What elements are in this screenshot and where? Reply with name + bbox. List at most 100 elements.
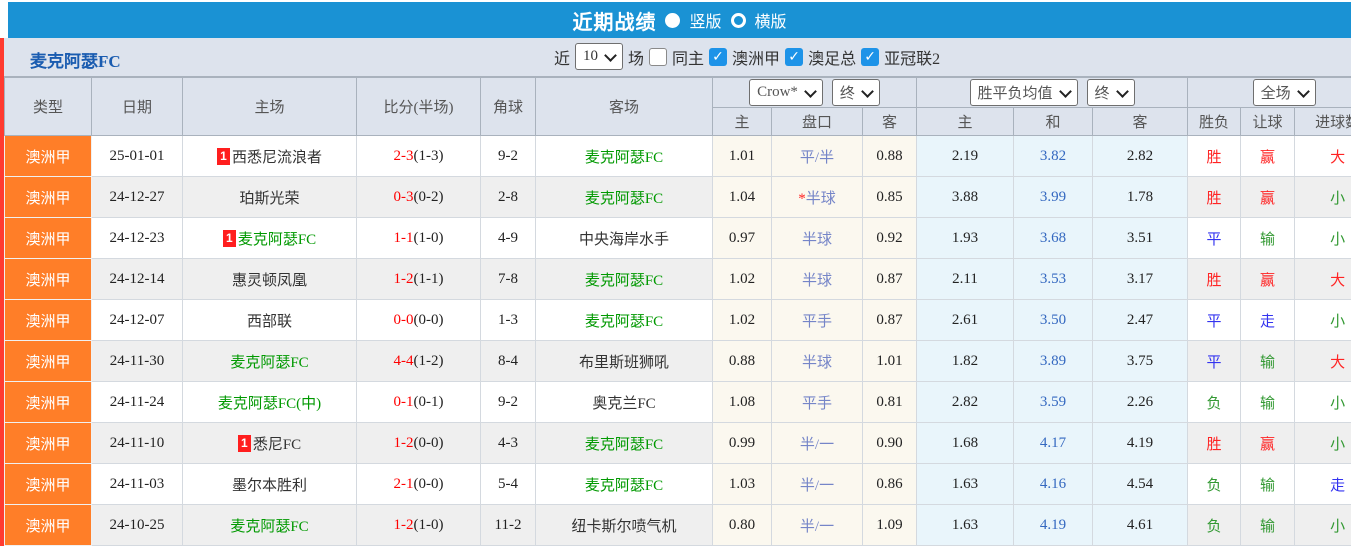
chevron-down-icon: [804, 84, 817, 98]
fulltime-score: 1-2: [393, 434, 414, 451]
wdl-average-select[interactable]: 胜平负均值: [969, 79, 1078, 106]
recent-count-select[interactable]: 10: [575, 43, 624, 70]
handicap-value: 平/半: [799, 149, 835, 166]
away-team-name[interactable]: 中央海岸水手: [579, 232, 669, 248]
away-team-name[interactable]: 布里斯班狮吼: [579, 355, 669, 371]
home-team-cell[interactable]: 麦克阿瑟FC(中): [182, 381, 357, 423]
away-team-cell[interactable]: 奥克兰FC: [535, 381, 713, 423]
table-row: 澳洲甲 24-11-30 麦克阿瑟FC 4-4(1-2) 8-4 布里斯班狮吼 …: [4, 340, 1351, 382]
score-cell: 1-2(1-0): [356, 504, 481, 546]
away-team-name[interactable]: 麦克阿瑟FC: [585, 478, 663, 494]
goals-result-cell: 小: [1294, 299, 1351, 341]
handicap-home-odds-cell: 1.01: [712, 135, 772, 177]
away-team-name[interactable]: 麦克阿瑟FC: [585, 191, 663, 207]
wdl-away-odds-cell: 2.47: [1092, 299, 1189, 341]
away-team-name[interactable]: 麦克阿瑟FC: [585, 314, 663, 330]
handicap-home-odds-cell: 0.97: [712, 217, 772, 259]
home-team-cell[interactable]: 1 悉尼FC: [182, 422, 357, 464]
results-table: 类型 日期 主场 比分(半场) 角球 客场 Crow* 终 胜平负均值 终 全场…: [4, 77, 1351, 546]
wdl-group-header: 胜平负均值 终: [916, 77, 1189, 108]
wdl-home-odds-cell: 3.88: [916, 176, 1015, 218]
home-team-name[interactable]: 珀斯光荣: [239, 191, 299, 207]
goals-result-cell: 大: [1294, 340, 1351, 382]
chevron-down-icon: [1115, 84, 1129, 98]
away-team-cell[interactable]: 布里斯班狮吼: [535, 340, 713, 382]
wdl-draw-odds-cell: 3.59: [1013, 381, 1094, 423]
corner-cell: 8-4: [480, 340, 536, 382]
wdl-away-odds-cell: 3.17: [1092, 258, 1189, 300]
handicap-result-cell: 走: [1240, 299, 1296, 341]
corner-cell: 11-2: [480, 504, 536, 546]
acl-checkbox[interactable]: ✓: [861, 47, 880, 66]
away-team-name[interactable]: 麦克阿瑟FC: [585, 150, 663, 166]
home-team-cell[interactable]: 墨尔本胜利: [182, 463, 357, 505]
away-team-cell[interactable]: 麦克阿瑟FC: [535, 463, 713, 505]
home-team-name[interactable]: 麦克阿瑟FC: [238, 232, 316, 248]
date-cell: 24-11-03: [91, 463, 183, 505]
home-team-cell[interactable]: 惠灵顿凤凰: [182, 258, 357, 300]
away-team-cell[interactable]: 中央海岸水手: [535, 217, 713, 259]
acl-label: 亚冠联2: [884, 50, 941, 68]
away-team-name[interactable]: 纽卡斯尔喷气机: [571, 519, 676, 535]
home-team-name[interactable]: 西悉尼流浪者: [232, 150, 322, 166]
home-team-name[interactable]: 西部联: [247, 314, 292, 330]
date-cell: 24-11-30: [91, 340, 183, 382]
league-a-checkbox[interactable]: ✓: [709, 47, 728, 66]
odds-company-select[interactable]: Crow*: [749, 79, 823, 106]
home-team-name[interactable]: 麦克阿瑟FC(中): [218, 396, 321, 412]
odds-company-time-select[interactable]: 终: [831, 79, 880, 106]
home-team-cell[interactable]: 1 西悉尼流浪者: [182, 135, 357, 177]
away-team-name[interactable]: 麦克阿瑟FC: [585, 437, 663, 453]
home-team-name[interactable]: 麦克阿瑟FC: [230, 355, 308, 371]
handicap-value: 半球: [801, 272, 832, 289]
match-scope-select[interactable]: 全场: [1252, 79, 1316, 106]
cup-checkbox[interactable]: ✓: [785, 47, 804, 66]
handicap-home-odds-cell: 0.88: [712, 340, 772, 382]
league-type-cell: 澳洲甲: [4, 176, 92, 218]
date-cell: 24-12-27: [91, 176, 183, 218]
home-team-name[interactable]: 墨尔本胜利: [232, 478, 307, 494]
handicap-home-odds-cell: 0.99: [712, 422, 772, 464]
home-team-cell[interactable]: 西部联: [182, 299, 357, 341]
fulltime-score: 0-3: [393, 188, 414, 205]
away-team-cell[interactable]: 麦克阿瑟FC: [535, 258, 713, 300]
away-team-name[interactable]: 麦克阿瑟FC: [585, 273, 663, 289]
wdl-away-odds-cell: 2.26: [1092, 381, 1189, 423]
same-home-checkbox[interactable]: [649, 47, 668, 66]
home-team-cell[interactable]: 麦克阿瑟FC: [182, 504, 357, 546]
home-team-cell[interactable]: 1 麦克阿瑟FC: [182, 217, 357, 259]
handicap-result-cell: 赢: [1240, 135, 1296, 177]
home-team-name[interactable]: 麦克阿瑟FC: [230, 519, 308, 535]
home-team-name[interactable]: 惠灵顿凤凰: [232, 273, 307, 289]
vertical-layout-radio[interactable]: [665, 12, 681, 28]
away-team-cell[interactable]: 麦克阿瑟FC: [535, 176, 713, 218]
wdl-time-select[interactable]: 终: [1086, 79, 1135, 106]
handicap-away-odds-cell: 0.81: [861, 381, 918, 423]
team-name-link[interactable]: 麦克阿瑟FC: [30, 47, 121, 72]
away-team-cell[interactable]: 纽卡斯尔喷气机: [535, 504, 713, 546]
league-type-cell: 澳洲甲: [4, 422, 92, 464]
wdl-draw-odds-cell: 3.89: [1013, 340, 1094, 382]
away-team-cell[interactable]: 麦克阿瑟FC: [535, 299, 713, 341]
away-team-cell[interactable]: 麦克阿瑟FC: [535, 135, 713, 177]
horizontal-layout-radio[interactable]: [730, 12, 746, 28]
home-team-cell[interactable]: 珀斯光荣: [182, 176, 357, 218]
handicap-away-odds-cell: 0.92: [861, 217, 918, 259]
date-cell: 24-10-25: [91, 504, 183, 546]
home-team-name[interactable]: 悉尼FC: [253, 437, 301, 453]
score-cell: 1-1(1-0): [356, 217, 481, 259]
corner-cell: 5-4: [480, 463, 536, 505]
col-header-score: 比分(半场): [356, 77, 481, 136]
wdl-home-odds-cell: 2.19: [916, 135, 1015, 177]
handicap-cell: 半/一: [771, 422, 863, 464]
corner-cell: 9-2: [480, 135, 536, 177]
home-team-cell[interactable]: 麦克阿瑟FC: [182, 340, 357, 382]
score-cell: 2-3(1-3): [356, 135, 481, 177]
result-cell: 平: [1187, 340, 1242, 382]
handicap-value: 半/一: [799, 477, 835, 494]
handicap-result-cell: 输: [1240, 381, 1296, 423]
handicap-star: *: [798, 190, 806, 207]
away-team-cell[interactable]: 麦克阿瑟FC: [535, 422, 713, 464]
date-cell: 24-12-07: [91, 299, 183, 341]
away-team-name[interactable]: 奥克兰FC: [592, 396, 655, 412]
